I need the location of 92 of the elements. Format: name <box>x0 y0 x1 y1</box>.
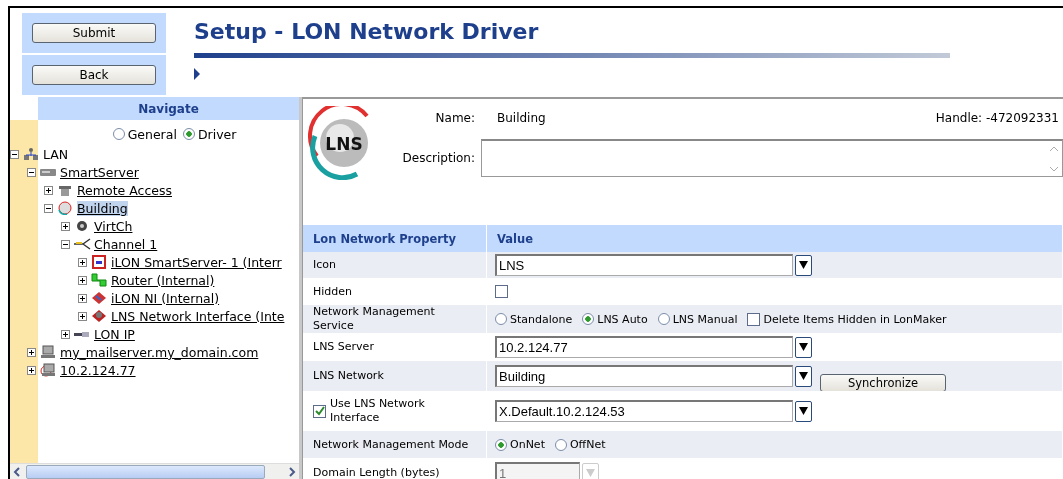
dropdown-button[interactable] <box>795 336 812 358</box>
tree-item[interactable]: LAN <box>43 146 69 162</box>
caret-icon <box>799 261 808 269</box>
radio-label: LNS Manual <box>672 312 738 326</box>
tree-link[interactable]: SmartServer <box>60 164 139 180</box>
expand-arrow-icon[interactable] <box>194 68 200 81</box>
expand-icon[interactable] <box>61 221 70 231</box>
radio-label: General <box>127 126 177 142</box>
expand-icon[interactable] <box>78 293 87 303</box>
tree-link[interactable]: Building <box>77 200 128 216</box>
property-label: Network Management Mode <box>313 437 469 452</box>
radio-button[interactable] <box>182 128 195 140</box>
tree-link[interactable]: Router (Internal) <box>111 272 215 288</box>
radio-label: OnNet <box>510 438 545 451</box>
channel-icon <box>73 237 91 251</box>
tree-link[interactable]: iLON SmartServer- 1 (Interr <box>111 254 282 270</box>
tree-link[interactable]: 10.2.124.77 <box>60 362 136 378</box>
expand-icon[interactable] <box>78 275 87 285</box>
select-field[interactable]: LNS <box>495 254 793 276</box>
collapse-icon[interactable] <box>44 203 53 213</box>
checkbox-label: Delete Items Hidden in LonMaker <box>763 312 947 326</box>
navigate-header: Navigate <box>38 97 299 120</box>
radio-label: Standalone <box>510 312 573 326</box>
description-field[interactable] <box>481 139 1063 177</box>
expand-icon[interactable] <box>44 185 53 195</box>
logo-icon <box>56 201 74 215</box>
checkbox[interactable] <box>313 404 326 418</box>
tree-link[interactable]: Remote Access <box>77 182 172 198</box>
property-label: Network Management Service <box>313 305 436 333</box>
checkbox[interactable] <box>495 285 508 298</box>
caret-icon <box>586 469 595 477</box>
interface-icon <box>90 309 108 323</box>
radio-label: LNS Auto <box>597 312 648 326</box>
description-label: Description: <box>401 151 476 165</box>
expand-icon[interactable] <box>27 365 36 375</box>
radio-button[interactable] <box>112 128 125 140</box>
expand-icon[interactable] <box>61 329 70 339</box>
expand-icon[interactable] <box>78 311 87 321</box>
radio-label: Driver <box>197 126 237 142</box>
name-value: Building <box>496 111 547 125</box>
select-field[interactable]: 10.2.124.77 <box>495 336 793 358</box>
computer-icon <box>39 363 57 377</box>
column-header: Value <box>487 225 1063 252</box>
dropdown-button[interactable] <box>795 254 812 276</box>
page-title: Setup - LON Network Driver <box>194 19 539 46</box>
lns-logo: LNS <box>307 106 381 180</box>
horizontal-scrollbar[interactable] <box>10 463 299 479</box>
tree-link[interactable]: iLON NI (Internal) <box>111 290 220 306</box>
property-label: LNS Server <box>313 340 374 354</box>
handle-value: Handle: -472092331 <box>935 111 1060 125</box>
radio-button[interactable] <box>554 438 567 451</box>
radio-button[interactable] <box>657 313 670 325</box>
checkbox[interactable] <box>747 312 761 326</box>
property-label: LNS Network <box>313 369 384 383</box>
tree-link[interactable]: Channel 1 <box>94 236 158 252</box>
tree-link[interactable]: VirtCh <box>94 218 133 234</box>
radio-button[interactable] <box>582 313 595 325</box>
select-field[interactable]: Building <box>495 365 793 387</box>
radio-button[interactable] <box>495 438 507 451</box>
collapse-icon[interactable] <box>27 167 36 177</box>
router-icon <box>90 273 108 287</box>
property-label: Domain Length (bytes) <box>313 466 440 479</box>
tree-link[interactable]: LON IP <box>94 326 135 342</box>
computer-icon <box>39 345 57 359</box>
name-label: Name: <box>434 111 476 125</box>
collapse-icon[interactable] <box>10 149 19 159</box>
select-field[interactable]: X.Default.10.2.124.53 <box>495 400 793 422</box>
collapse-icon[interactable] <box>61 239 70 249</box>
caret-icon <box>799 407 808 415</box>
dropdown-button[interactable] <box>795 365 812 387</box>
device-icon <box>90 255 108 269</box>
expand-icon[interactable] <box>27 347 36 357</box>
phone-icon <box>56 183 74 197</box>
column-header: Lon Network Property <box>303 225 487 252</box>
radio-label: OffNet <box>569 438 606 451</box>
radio-button[interactable] <box>495 313 507 325</box>
dropdown-button[interactable] <box>795 400 812 422</box>
scroll-left-icon[interactable] <box>13 466 21 477</box>
interface-icon <box>90 291 108 305</box>
back-button[interactable]: Back <box>32 65 156 85</box>
scroll-right-icon[interactable] <box>288 466 296 477</box>
caret-icon <box>799 343 808 351</box>
property-label: Hidden <box>313 284 353 299</box>
submit-button[interactable]: Submit <box>32 23 156 43</box>
tree-link[interactable]: LNS Network Interface (Inte <box>111 308 285 324</box>
tree-link[interactable]: my_mailserver.my_domain.com <box>60 344 259 360</box>
caret-icon <box>799 372 808 380</box>
property-label: Use LNS Network Interface <box>330 397 426 425</box>
network-icon <box>22 147 40 161</box>
expand-icon[interactable] <box>78 257 87 267</box>
synchronize-button[interactable]: Synchronize <box>820 374 946 392</box>
property-label: Icon <box>313 258 336 272</box>
